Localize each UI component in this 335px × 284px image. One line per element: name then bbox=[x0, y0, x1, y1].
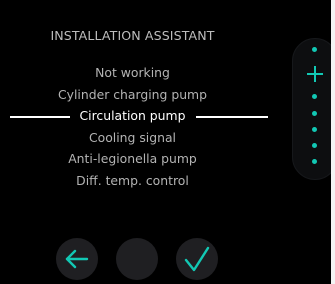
frame-edge bbox=[331, 0, 335, 284]
back-button[interactable] bbox=[56, 238, 98, 280]
scroll-dot-icon bbox=[312, 47, 317, 52]
confirm-button[interactable] bbox=[176, 238, 218, 280]
list-item-cooling-signal[interactable]: Cooling signal bbox=[0, 127, 265, 149]
list-item-not-working[interactable]: Not working bbox=[0, 62, 265, 84]
scroll-indicator[interactable] bbox=[292, 38, 335, 180]
option-list: Not working Cylinder charging pump Circu… bbox=[0, 62, 268, 192]
scroll-dot-icon bbox=[312, 127, 317, 132]
scroll-dot-icon bbox=[312, 111, 317, 116]
list-item-anti-legionella-pump[interactable]: Anti-legionella pump bbox=[0, 148, 265, 170]
page-title: INSTALLATION ASSISTANT bbox=[50, 28, 215, 43]
arrow-left-icon bbox=[65, 249, 89, 269]
list-item-cylinder-charging-pump[interactable]: Cylinder charging pump bbox=[0, 84, 265, 106]
selection-line-left bbox=[10, 116, 70, 118]
scroll-dot-icon bbox=[312, 159, 317, 164]
display-screen: INSTALLATION ASSISTANT Not working Cylin… bbox=[0, 0, 335, 284]
selected-item-label: Circulation pump bbox=[79, 108, 186, 123]
list-item-diff-temp-control[interactable]: Diff. temp. control bbox=[0, 170, 265, 192]
middle-button[interactable] bbox=[116, 238, 158, 280]
checkmark-icon bbox=[184, 246, 210, 272]
selection-line-right bbox=[196, 116, 268, 118]
scroll-dot-icon bbox=[312, 143, 317, 148]
scroll-dot-icon bbox=[312, 94, 317, 99]
list-item-circulation-pump-selected[interactable]: Circulation pump bbox=[0, 105, 268, 127]
